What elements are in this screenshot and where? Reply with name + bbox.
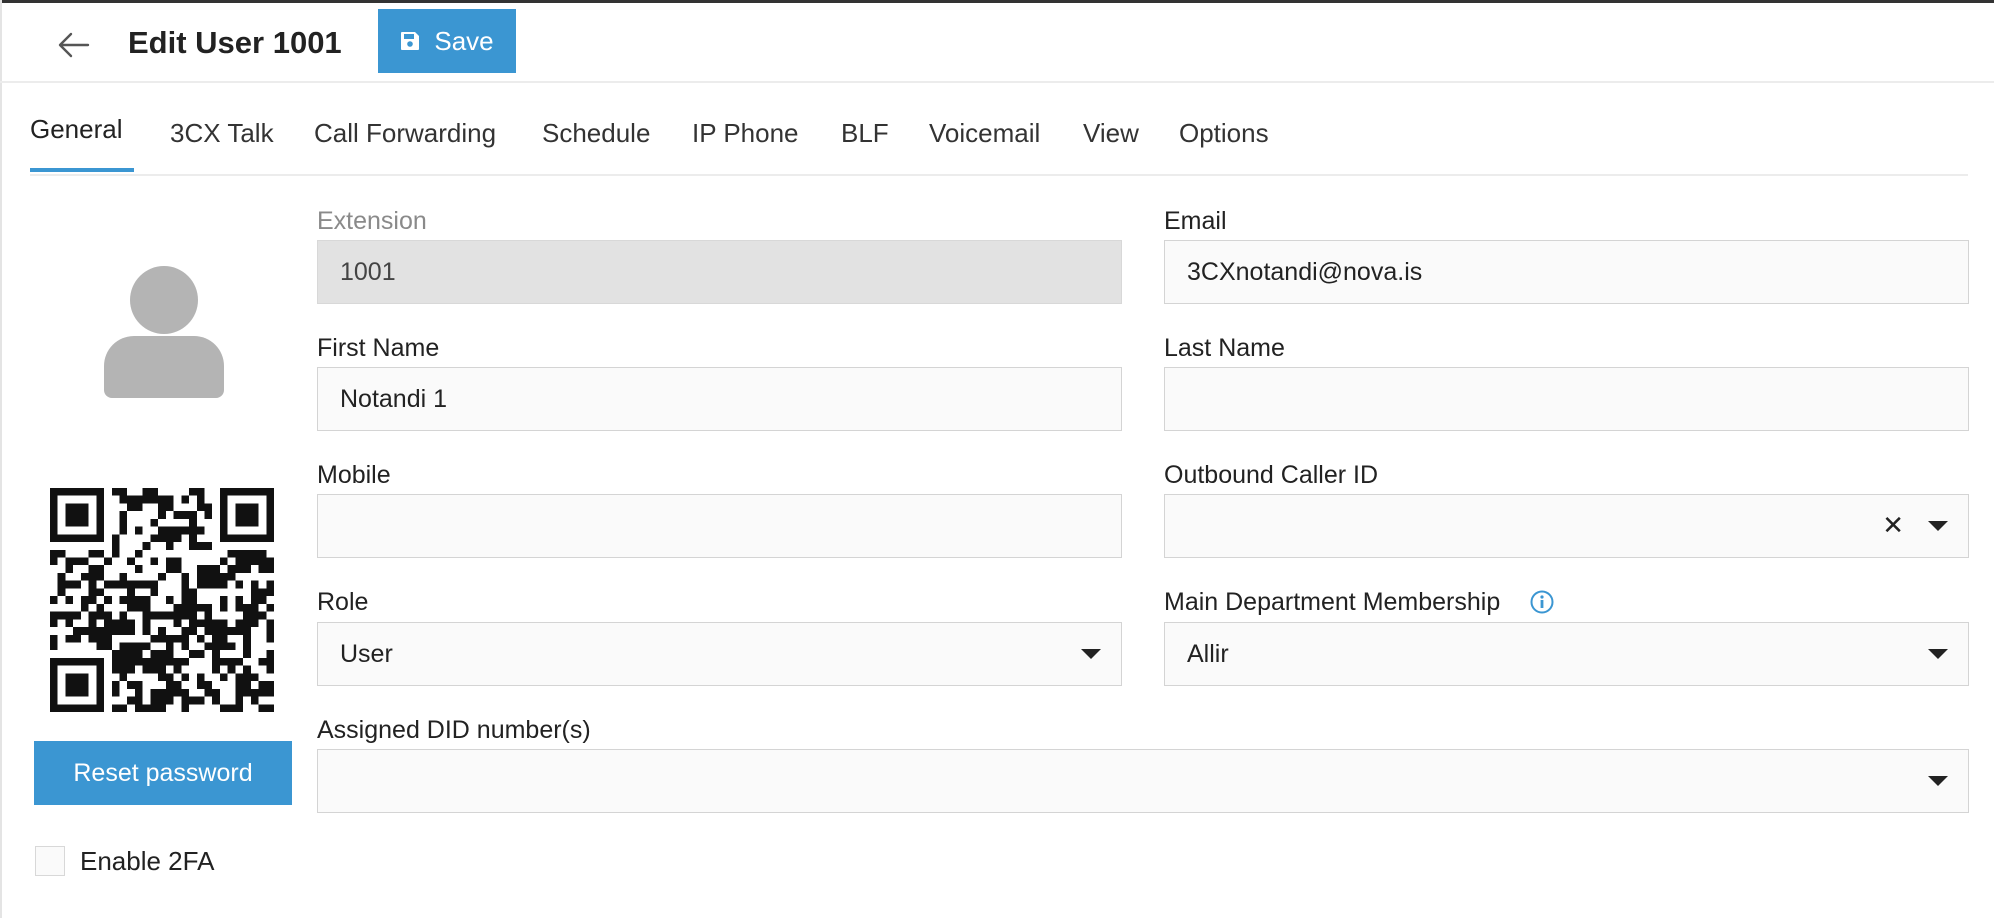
window-left-border bbox=[0, 0, 2, 918]
clear-icon[interactable]: ✕ bbox=[1882, 510, 1904, 540]
qr-code bbox=[50, 488, 274, 712]
tab-call-forwarding[interactable]: Call Forwarding bbox=[314, 108, 496, 172]
tab-general[interactable]: General bbox=[30, 108, 134, 172]
role-select[interactable]: User bbox=[317, 622, 1122, 686]
mobile-field[interactable] bbox=[317, 494, 1122, 558]
avatar bbox=[104, 266, 224, 398]
floppy-disk-icon bbox=[401, 32, 420, 50]
role-label: Role bbox=[317, 588, 369, 616]
main-department-select[interactable]: Allir bbox=[1164, 622, 1969, 686]
tab-bar: General 3CX Talk Call Forwarding Schedul… bbox=[30, 108, 1968, 176]
chevron-down-icon bbox=[1928, 649, 1948, 659]
user-silhouette-icon bbox=[104, 266, 224, 398]
tab-ip-phone[interactable]: IP Phone bbox=[692, 108, 799, 172]
reset-password-button[interactable]: Reset password bbox=[34, 741, 292, 805]
arrow-left-icon[interactable] bbox=[56, 27, 92, 63]
page-title: Edit User 1001 bbox=[128, 25, 342, 60]
main-department-label: Main Department Membership bbox=[1164, 588, 1501, 616]
main-department-value: Allir bbox=[1187, 639, 1229, 668]
assigned-did-select[interactable] bbox=[317, 749, 1969, 813]
last-name-label: Last Name bbox=[1164, 334, 1285, 362]
chevron-down-icon bbox=[1081, 649, 1101, 659]
tab-options[interactable]: Options bbox=[1179, 108, 1269, 172]
tab-view[interactable]: View bbox=[1083, 108, 1139, 172]
enable-2fa-label: Enable 2FA bbox=[80, 846, 215, 876]
email-field[interactable] bbox=[1164, 240, 1969, 304]
save-button-label: Save bbox=[434, 25, 494, 56]
assigned-did-label: Assigned DID number(s) bbox=[317, 716, 591, 744]
mobile-label: Mobile bbox=[317, 461, 391, 489]
first-name-field[interactable] bbox=[317, 367, 1122, 431]
extension-label: Extension bbox=[317, 207, 427, 235]
outbound-caller-id-select[interactable]: ✕ bbox=[1164, 494, 1969, 558]
info-circle-icon[interactable] bbox=[1530, 590, 1554, 614]
extension-field bbox=[317, 240, 1122, 304]
enable-2fa-checkbox[interactable] bbox=[35, 846, 65, 876]
save-button[interactable]: Save bbox=[378, 9, 516, 73]
chevron-down-icon bbox=[1928, 776, 1948, 786]
page-header: Edit User 1001 Save bbox=[0, 3, 1994, 83]
role-value: User bbox=[340, 639, 393, 668]
tab-blf[interactable]: BLF bbox=[841, 108, 889, 172]
chevron-down-icon bbox=[1928, 521, 1948, 531]
last-name-field[interactable] bbox=[1164, 367, 1969, 431]
email-label: Email bbox=[1164, 207, 1227, 235]
first-name-label: First Name bbox=[317, 334, 440, 362]
outbound-caller-id-label: Outbound Caller ID bbox=[1164, 461, 1379, 489]
tab-voicemail[interactable]: Voicemail bbox=[929, 108, 1040, 172]
tab-3cx-talk[interactable]: 3CX Talk bbox=[170, 108, 274, 172]
tab-schedule[interactable]: Schedule bbox=[542, 108, 650, 172]
